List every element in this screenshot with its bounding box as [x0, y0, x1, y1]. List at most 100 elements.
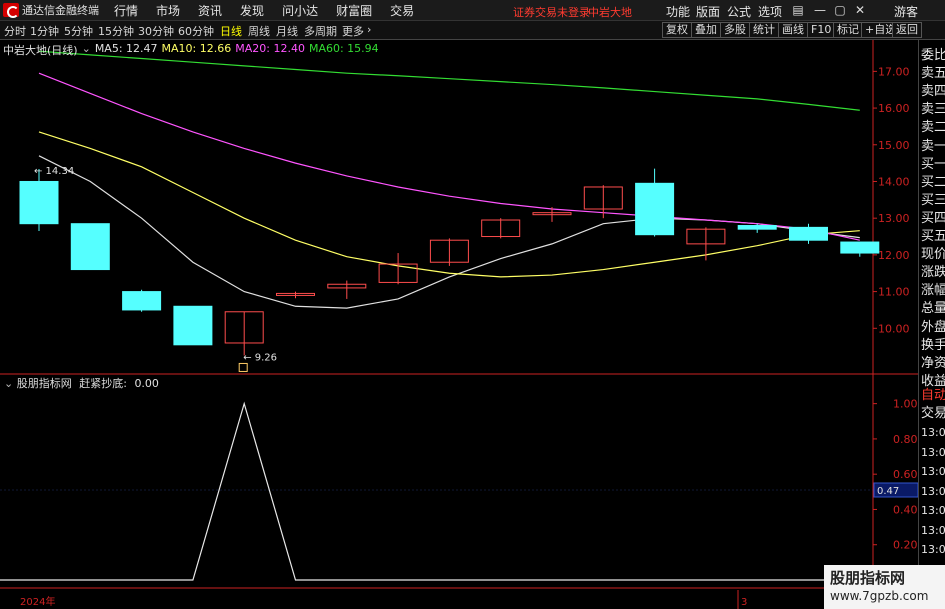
event-marker-icon: [238, 362, 248, 372]
side-label[interactable]: 买三: [921, 189, 945, 208]
period-fenshi[interactable]: 分时: [4, 23, 26, 39]
menu-item-caifuquan[interactable]: 财富圈: [336, 2, 372, 19]
period-monthly[interactable]: 月线: [276, 23, 298, 39]
y-tick-label: 17.00: [878, 65, 910, 78]
side-label[interactable]: 卖五: [921, 62, 945, 81]
side-label[interactable]: 卖一: [921, 135, 945, 154]
button-f10[interactable]: F10: [807, 22, 836, 38]
menu-bar: 通达信金融终端 行情 市场 资讯 发现 问小达 财富圈 交易 证券交易未登录 中…: [0, 0, 945, 21]
watermark: 股朋指标网 www.7gpzb.com: [824, 565, 945, 609]
minimize-icon[interactable]: —: [812, 2, 828, 18]
side-label[interactable]: 现价: [921, 243, 945, 262]
candle-body: [173, 305, 213, 346]
stock-name: 中岩大地(日线): [3, 44, 78, 57]
indicator-tick-label: 1.00: [893, 398, 918, 411]
menu-item-gongneng[interactable]: 功能: [666, 3, 690, 20]
side-label[interactable]: 自动: [921, 384, 945, 403]
trade-time: 13:08: [921, 465, 945, 478]
indicator-tick-label: 0.40: [893, 503, 918, 516]
period-weekly[interactable]: 周线: [248, 23, 270, 39]
menu-item-xuanxiang[interactable]: 选项: [758, 3, 782, 20]
side-label[interactable]: 总量: [921, 297, 945, 316]
menu-item-banmian[interactable]: 版面: [696, 3, 720, 20]
side-label[interactable]: 委比: [921, 44, 945, 63]
side-label[interactable]: 买二: [921, 171, 945, 190]
candle-body: [70, 223, 110, 271]
trade-time: 13:08: [921, 445, 945, 459]
side-label[interactable]: 买四: [921, 207, 945, 226]
button-diejia[interactable]: 叠加: [691, 22, 721, 38]
ma10-value: MA10: 12.66: [161, 42, 232, 55]
candle-body: [122, 291, 162, 311]
period-1min[interactable]: 1分钟: [30, 23, 59, 39]
period-more[interactable]: 更多: [342, 23, 364, 39]
y-tick-label: 15.00: [878, 139, 910, 152]
period-60min[interactable]: 60分钟: [178, 23, 214, 39]
menu-item-hangqing[interactable]: 行情: [114, 2, 138, 19]
y-tick-label: 13.00: [878, 212, 910, 225]
button-back[interactable]: 返回: [892, 22, 922, 38]
ma20-value: MA20: 12.40: [235, 42, 305, 55]
candle-body: [840, 241, 880, 254]
ma5-line: [38, 155, 860, 309]
menu-item-gongshi[interactable]: 公式: [727, 3, 751, 20]
ma-info-line: 中岩大地(日线) ⌄ MA5: 12.47 MA10: 12.66 MA20: …: [3, 42, 379, 58]
y-tick-label: 12.00: [878, 249, 910, 262]
maximize-icon[interactable]: ▢: [832, 2, 848, 18]
indicator-dropdown-icon[interactable]: ⌄: [4, 377, 13, 390]
app-title: 通达信金融终端: [22, 4, 99, 17]
menu-item-wenxiaoda[interactable]: 问小达: [282, 2, 318, 19]
side-label[interactable]: 买五: [921, 225, 945, 244]
y-tick-label: 11.00: [878, 286, 910, 299]
dropdown-icon[interactable]: ⌄: [82, 42, 91, 58]
y-tick-label: 16.00: [878, 102, 910, 115]
indicator-title: ⌄ 股朋指标网 赶紧抄底: 0.00: [4, 375, 159, 391]
candle-body: [789, 226, 828, 241]
menu-item-shichang[interactable]: 市场: [156, 2, 180, 19]
chevron-right-icon[interactable]: ›: [367, 23, 371, 36]
side-label[interactable]: 涨幅: [921, 279, 945, 298]
guest-user[interactable]: 游客: [894, 3, 918, 20]
ma60-line: [38, 50, 860, 111]
side-label[interactable]: 卖四: [921, 80, 945, 99]
y-tick-label: 14.00: [878, 175, 910, 188]
period-multi[interactable]: 多周期: [304, 23, 337, 39]
side-label[interactable]: 换手: [921, 334, 945, 353]
period-15min[interactable]: 15分钟: [98, 23, 134, 39]
period-30min[interactable]: 30分钟: [138, 23, 174, 39]
ma5-value: MA5: 12.47: [94, 42, 158, 55]
app-logo-icon: [3, 3, 19, 18]
menu-item-faxian[interactable]: 发现: [240, 2, 264, 19]
side-label[interactable]: 卖二: [921, 116, 945, 135]
button-tongji[interactable]: 统计: [749, 22, 779, 38]
menu-item-jiaoyi[interactable]: 交易: [390, 2, 414, 19]
side-label[interactable]: 卖三: [921, 98, 945, 117]
side-label[interactable]: 交易: [921, 402, 945, 421]
login-notice[interactable]: 证券交易未登录: [513, 4, 590, 20]
high-annotation: ← 14.34: [34, 166, 74, 177]
period-5min[interactable]: 5分钟: [64, 23, 93, 39]
x-axis-month-label: 3: [741, 597, 747, 608]
x-axis-year-label: 2024年: [20, 595, 55, 608]
indicator-label: 赶紧抄底:: [79, 377, 127, 390]
quote-side-panel: 委比 卖五 卖四 卖三 卖二 卖一 买一 买二 买三 买四 买五 现价 涨跌 涨幅 总量 外盘 换手 净资 收益 自动…: [918, 40, 945, 609]
side-label[interactable]: 买一: [921, 153, 945, 172]
indicator-name[interactable]: 股朋指标网: [17, 377, 72, 390]
close-icon[interactable]: ✕: [852, 2, 868, 18]
skin-icon[interactable]: ▤: [790, 2, 806, 18]
button-huaxian[interactable]: 画线: [778, 22, 808, 38]
indicator-current-value: 0.47: [877, 486, 899, 497]
trade-time: 13:09: [921, 523, 945, 537]
side-label[interactable]: 外盘: [921, 316, 945, 335]
button-fuquan[interactable]: 复权: [662, 22, 692, 38]
indicator-tick-label: 0.80: [893, 433, 918, 446]
button-duogu[interactable]: 多股: [720, 22, 750, 38]
kline-chart[interactable]: 17.00 16.00 15.00 14.00 13.00 12.00 11.00 10.00…: [0, 40, 918, 609]
button-biaoji[interactable]: 标记: [833, 22, 863, 38]
low-annotation: ← 9.26: [243, 352, 277, 363]
side-label[interactable]: 净资: [921, 352, 945, 371]
side-label[interactable]: 涨跌: [921, 261, 945, 280]
menu-item-zixun[interactable]: 资讯: [198, 2, 222, 19]
indicator-tick-label: 0.20: [893, 539, 918, 552]
period-daily[interactable]: 日线: [220, 23, 242, 39]
